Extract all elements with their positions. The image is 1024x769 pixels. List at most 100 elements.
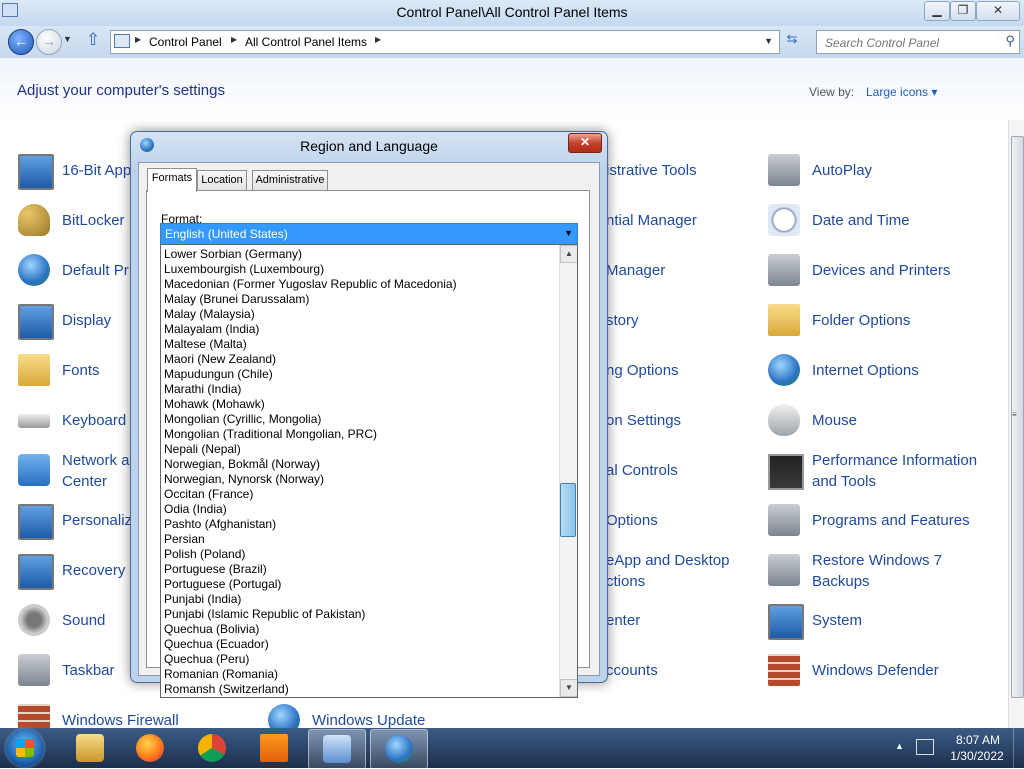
format-option[interactable]: Quechua (Bolivia) — [161, 622, 559, 637]
back-button[interactable]: ← — [8, 29, 34, 55]
view-by-dropdown[interactable]: Large icons ▾ — [866, 85, 937, 99]
item-label[interactable]: on Settings — [606, 410, 681, 431]
item-label[interactable]: Options — [606, 510, 658, 531]
item-label[interactable]: enter — [606, 610, 640, 631]
item-label[interactable]: ccounts — [606, 660, 658, 681]
format-option[interactable]: Occitan (France) — [161, 487, 559, 502]
minimize-button[interactable]: ▁ — [924, 1, 950, 21]
breadcrumb-control-panel[interactable]: Control Panel — [149, 35, 222, 49]
tab-formats[interactable]: Formats — [147, 168, 197, 192]
item-label[interactable]: Devices and Printers — [812, 260, 950, 281]
taskbar-control-panel[interactable] — [308, 729, 366, 769]
item-autoplay[interactable]: AutoPlay — [768, 150, 1004, 196]
taskbar-explorer[interactable] — [62, 729, 118, 767]
item-label[interactable]: Fonts — [62, 360, 100, 381]
item-label[interactable]: AutoPlay — [812, 160, 872, 181]
format-option[interactable]: Maltese (Malta) — [161, 337, 559, 352]
item-devices-and-printers[interactable]: Devices and Printers — [768, 250, 1004, 296]
item-label[interactable]: 16-Bit App — [62, 160, 131, 181]
format-option[interactable]: Malay (Brunei Darussalam) — [161, 292, 559, 307]
format-option[interactable]: Norwegian, Bokmål (Norway) — [161, 457, 559, 472]
item-label[interactable]: Recovery — [62, 560, 125, 581]
dropdown-scroll-thumb[interactable] — [560, 483, 576, 537]
item-label[interactable]: Performance Information and Tools — [812, 450, 977, 492]
item-label[interactable]: Mouse — [812, 410, 857, 431]
item-system[interactable]: System — [768, 600, 1004, 646]
close-button[interactable]: ✕ — [976, 1, 1020, 21]
clock-date[interactable]: 1/30/2022 — [940, 749, 1014, 763]
item-performance-information[interactable]: Performance Information and Tools — [768, 450, 1004, 496]
breadcrumb-separator[interactable]: ▶ — [135, 35, 141, 44]
format-option[interactable]: Pashto (Afghanistan) — [161, 517, 559, 532]
taskbar-region-language[interactable] — [370, 729, 428, 769]
format-option[interactable]: Punjabi (India) — [161, 592, 559, 607]
item-label[interactable]: Programs and Features — [812, 510, 970, 531]
show-desktop-button[interactable] — [1013, 728, 1024, 768]
format-option[interactable]: Nepali (Nepal) — [161, 442, 559, 457]
format-option[interactable]: Punjabi (Islamic Republic of Pakistan) — [161, 607, 559, 622]
format-option[interactable]: Luxembourgish (Luxembourg) — [161, 262, 559, 277]
item-date-and-time[interactable]: Date and Time — [768, 200, 1004, 246]
item-label[interactable]: Date and Time — [812, 210, 910, 231]
format-selected-value[interactable]: English (United States) — [165, 227, 288, 241]
address-bar[interactable]: ▶ Control Panel ▶ All Control Panel Item… — [110, 30, 780, 54]
item-label[interactable]: story — [606, 310, 639, 331]
start-button[interactable] — [6, 729, 44, 767]
scroll-down-arrow-icon[interactable]: ▼ — [560, 679, 577, 697]
format-option[interactable]: Mohawk (Mohawk) — [161, 397, 559, 412]
format-dropdown[interactable]: English (United States) ▼ — [160, 223, 578, 246]
format-option[interactable]: Quechua (Peru) — [161, 652, 559, 667]
show-hidden-icons[interactable]: ▲ — [895, 741, 904, 751]
format-option[interactable]: Mongolian (Cyrillic, Mongolia) — [161, 412, 559, 427]
item-label[interactable]: Network a Center — [62, 450, 130, 492]
taskbar-firefox[interactable] — [122, 729, 178, 767]
forward-button[interactable]: → — [36, 29, 62, 55]
scroll-up-arrow-icon[interactable]: ▲ — [560, 245, 577, 263]
taskbar-chrome[interactable] — [184, 729, 240, 767]
breadcrumb-separator[interactable]: ▶ — [375, 35, 381, 44]
format-option[interactable]: Lower Sorbian (Germany) — [161, 247, 559, 262]
format-options[interactable]: Lower Sorbian (Germany) Luxembourgish (Lu… — [161, 245, 559, 697]
item-label[interactable]: Display — [62, 310, 111, 331]
search-input[interactable] — [823, 33, 997, 53]
item-label[interactable]: eApp and Desktop ctions — [606, 550, 729, 592]
format-dropdown-list[interactable]: Lower Sorbian (Germany) Luxembourgish (Lu… — [160, 244, 578, 698]
item-label[interactable]: System — [812, 610, 862, 631]
format-option[interactable]: Mongolian (Traditional Mongolian, PRC) — [161, 427, 559, 442]
up-arrow-icon[interactable]: ⇧ — [86, 30, 100, 50]
format-option[interactable]: Mapudungun (Chile) — [161, 367, 559, 382]
item-label[interactable]: Internet Options — [812, 360, 919, 381]
format-option[interactable]: Portuguese (Portugal) — [161, 577, 559, 592]
recent-pages-dropdown[interactable]: ▼ — [63, 34, 72, 44]
item-windows-defender[interactable]: Windows Defender — [768, 650, 1004, 696]
item-label[interactable]: Personaliz — [62, 510, 132, 531]
tab-location[interactable]: Location — [197, 170, 247, 191]
format-option[interactable]: Polish (Poland) — [161, 547, 559, 562]
item-folder-options[interactable]: Folder Options — [768, 300, 1004, 346]
network-icon[interactable] — [916, 739, 934, 755]
item-programs-and-features[interactable]: Programs and Features — [768, 500, 1004, 546]
item-label[interactable]: Keyboard — [62, 410, 126, 431]
format-option[interactable]: Persian — [161, 532, 559, 547]
format-option[interactable]: Norwegian, Nynorsk (Norway) — [161, 472, 559, 487]
page-scrollbar[interactable]: ≡ — [1008, 120, 1024, 730]
format-option[interactable]: Maori (New Zealand) — [161, 352, 559, 367]
breadcrumb-all-items[interactable]: All Control Panel Items — [245, 35, 367, 49]
item-label[interactable]: Sound — [62, 610, 105, 631]
item-restore-backups[interactable]: Restore Windows 7 Backups — [768, 550, 1004, 596]
chevron-down-icon[interactable]: ▼ — [564, 228, 573, 238]
item-label[interactable]: ng Options — [606, 360, 679, 381]
taskbar-vlc[interactable] — [246, 729, 302, 767]
breadcrumb-separator[interactable]: ▶ — [231, 35, 237, 44]
item-label[interactable]: Folder Options — [812, 310, 910, 331]
dialog-close-button[interactable]: ✕ — [568, 133, 602, 153]
item-label[interactable]: ntial Manager — [606, 210, 697, 231]
clock-time[interactable]: 8:07 AM — [948, 733, 1008, 747]
format-option[interactable]: Malay (Malaysia) — [161, 307, 559, 322]
item-label[interactable]: Restore Windows 7 Backups — [812, 550, 942, 592]
dropdown-scrollbar[interactable]: ▲ ▼ — [559, 245, 577, 697]
address-dropdown[interactable]: ▼ — [764, 36, 773, 46]
format-option[interactable]: Quechua (Ecuador) — [161, 637, 559, 652]
item-label[interactable]: al Controls — [606, 460, 678, 481]
format-option[interactable]: Odia (India) — [161, 502, 559, 517]
